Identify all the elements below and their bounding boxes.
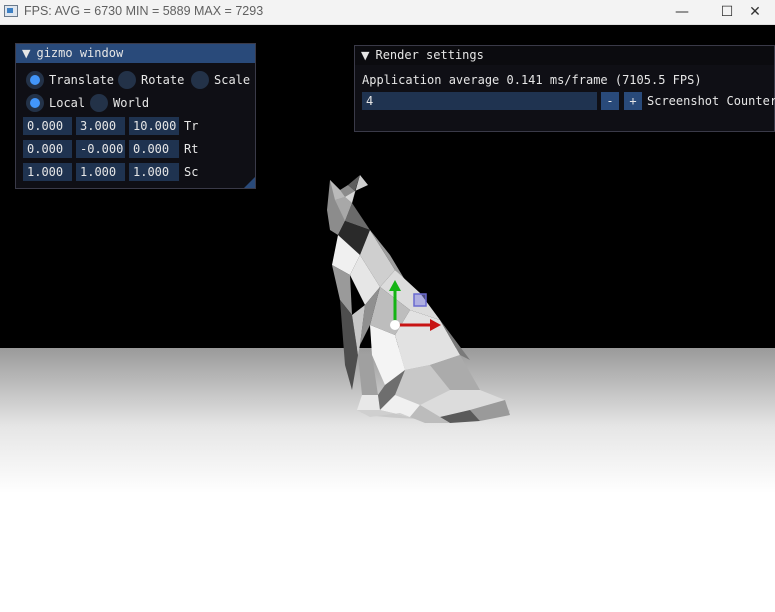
gizmo-window[interactable]: ▼ gizmo window Translate Rotate Scale Loc… xyxy=(15,43,256,189)
radio-rotate-label: Rotate xyxy=(141,73,185,87)
screenshot-counter-input[interactable]: 4 xyxy=(362,92,597,110)
gizmo-plane-handle xyxy=(413,293,427,307)
resize-grip-icon[interactable] xyxy=(244,177,255,188)
radio-scale-label: Scale xyxy=(214,73,251,87)
render-settings-title: Render settings xyxy=(375,48,484,62)
scale-z-input[interactable]: 1.000 xyxy=(129,163,179,181)
radio-local-label: Local xyxy=(49,96,86,110)
minimize-button[interactable]: — xyxy=(659,0,705,24)
gizmo-window-titlebar[interactable]: ▼ gizmo window xyxy=(16,44,255,63)
radio-world-label: World xyxy=(113,96,150,110)
window-title-bar[interactable]: FPS: AVG = 6730 MIN = 5889 MAX = 7293 — … xyxy=(0,0,775,25)
screenshot-counter-label: Screenshot Counter xyxy=(647,94,775,108)
rotate-y-input[interactable]: -0.000 xyxy=(76,140,125,158)
app-icon xyxy=(4,5,18,17)
radio-local-indicator xyxy=(26,94,44,112)
increment-button[interactable]: + xyxy=(624,92,642,110)
gizmo-origin xyxy=(390,320,400,330)
close-button[interactable]: ✕ xyxy=(735,0,775,24)
mode-radio-group: Local World xyxy=(23,94,253,114)
rotate-row-label: Rt xyxy=(184,142,199,156)
minimize-icon: — xyxy=(675,4,689,20)
translate-x-input[interactable]: 0.000 xyxy=(23,117,72,135)
radio-scale-indicator xyxy=(191,71,209,89)
rotate-x-input[interactable]: 0.000 xyxy=(23,140,72,158)
render-settings-titlebar[interactable]: ▼ Render settings xyxy=(355,46,774,65)
decrement-button[interactable]: - xyxy=(601,92,619,110)
translate-y-input[interactable]: 3.000 xyxy=(76,117,125,135)
radio-translate-label: Translate xyxy=(49,73,115,87)
rotate-z-input[interactable]: 0.000 xyxy=(129,140,179,158)
scale-y-input[interactable]: 1.000 xyxy=(76,163,125,181)
window-title: FPS: AVG = 6730 MIN = 5889 MAX = 7293 xyxy=(24,4,264,18)
maximize-icon: ☐ xyxy=(720,4,734,20)
translate-row-label: Tr xyxy=(184,119,199,133)
scale-row-label: Sc xyxy=(184,165,199,179)
radio-translate-indicator xyxy=(26,71,44,89)
fps-stats-text: Application average 0.141 ms/frame (7105… xyxy=(362,73,702,87)
collapse-arrow-icon[interactable]: ▼ xyxy=(361,46,369,65)
collapse-arrow-icon[interactable]: ▼ xyxy=(22,44,30,63)
scale-x-input[interactable]: 1.000 xyxy=(23,163,72,181)
render-settings-window[interactable]: ▼ Render settings Application average 0.1… xyxy=(354,45,775,132)
operation-radio-group: Translate Rotate Scale xyxy=(23,71,253,91)
radio-rotate-indicator xyxy=(118,71,136,89)
translate-z-input[interactable]: 10.000 xyxy=(129,117,179,135)
close-icon: ✕ xyxy=(749,4,761,20)
gizmo-window-title: gizmo window xyxy=(36,46,124,60)
radio-world-indicator xyxy=(90,94,108,112)
